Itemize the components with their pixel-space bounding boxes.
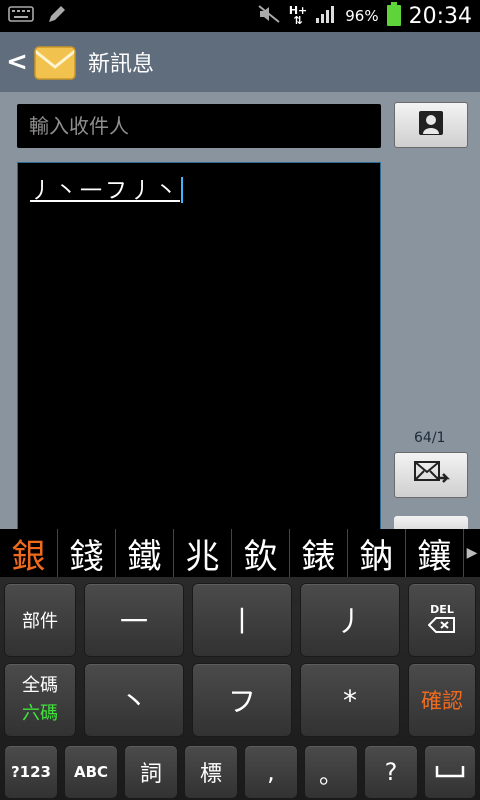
candidate-item[interactable]: 錢	[58, 529, 116, 577]
send-mail-icon	[411, 458, 451, 492]
space-key[interactable]	[424, 745, 476, 799]
key-phrase[interactable]: 詞	[124, 745, 178, 799]
app-header: < 新訊息	[0, 32, 480, 92]
key-punctuation[interactable]: 標	[184, 745, 238, 799]
candidate-item[interactable]: 欽	[232, 529, 290, 577]
hplus-network-icon: H+ ⇅	[288, 4, 308, 27]
key-comma[interactable]: ,	[244, 745, 298, 799]
candidate-item[interactable]: 鈉	[348, 529, 406, 577]
recipient-input[interactable]	[29, 114, 381, 138]
candidate-item[interactable]: 銀	[0, 529, 58, 577]
message-text: 丿丶一フ丿丶	[30, 179, 181, 204]
key-period[interactable]: 。	[304, 745, 358, 799]
candidate-item[interactable]: 鑲	[406, 529, 464, 577]
backspace-icon	[427, 616, 456, 638]
key-wildcard[interactable]: *	[300, 663, 400, 737]
network-label: H+	[288, 4, 308, 17]
mute-icon	[257, 4, 281, 28]
keyboard: 部件 一 丨 丿 DEL 全碼 六碼 丶 フ * 確認 ?123 ABC 詞 標…	[0, 577, 480, 800]
contact-person-icon	[418, 110, 444, 140]
recipient-field[interactable]	[17, 104, 381, 148]
confirm-key[interactable]: 確認	[408, 663, 476, 737]
key-stroke-horizontal[interactable]: 一	[84, 583, 184, 657]
text-cursor	[181, 177, 184, 203]
battery-percent: 96%	[345, 7, 379, 25]
keyboard-icon	[8, 5, 34, 27]
contact-picker-button[interactable]	[394, 102, 468, 148]
space-bar-icon	[435, 763, 465, 782]
key-question[interactable]: ?	[364, 745, 418, 799]
key-abc[interactable]: ABC	[64, 745, 118, 799]
status-bar: H+ ⇅ 96% 20:34	[0, 0, 480, 32]
key-input-mode[interactable]: 全碼 六碼	[4, 663, 76, 737]
signal-icon	[315, 4, 337, 28]
back-chevron-icon[interactable]: <	[0, 47, 34, 77]
mode-full-code-label: 全碼	[22, 675, 58, 696]
delete-key[interactable]: DEL	[408, 583, 476, 657]
message-body-field[interactable]: 丿丶一フ丿丶	[17, 162, 381, 532]
candidate-item[interactable]: 兆	[174, 529, 232, 577]
candidate-item[interactable]: 鐵	[116, 529, 174, 577]
candidate-bar: 銀 錢 鐵 兆 欽 錶 鈉 鑲 ▶	[0, 529, 480, 577]
send-button[interactable]	[394, 452, 468, 498]
clock: 20:34	[408, 3, 472, 29]
candidate-item[interactable]: 錶	[290, 529, 348, 577]
key-components[interactable]: 部件	[4, 583, 76, 657]
delete-label: DEL	[430, 602, 454, 616]
battery-icon	[386, 2, 401, 30]
key-stroke-dot[interactable]: 丶	[84, 663, 184, 737]
mode-six-code-label: 六碼	[22, 703, 58, 724]
key-stroke-left-falling[interactable]: 丿	[300, 583, 400, 657]
message-envelope-icon	[34, 43, 76, 81]
key-stroke-turning[interactable]: フ	[192, 663, 292, 737]
character-counter: 64/1	[414, 430, 446, 446]
page-title: 新訊息	[88, 52, 155, 77]
right-triangle-icon[interactable]: ▶	[464, 529, 480, 577]
edit-pencil-icon	[46, 3, 68, 29]
key-symbols[interactable]: ?123	[4, 745, 58, 799]
compose-area: 丿丶一フ丿丶 64/1	[0, 92, 480, 532]
key-stroke-vertical[interactable]: 丨	[192, 583, 292, 657]
